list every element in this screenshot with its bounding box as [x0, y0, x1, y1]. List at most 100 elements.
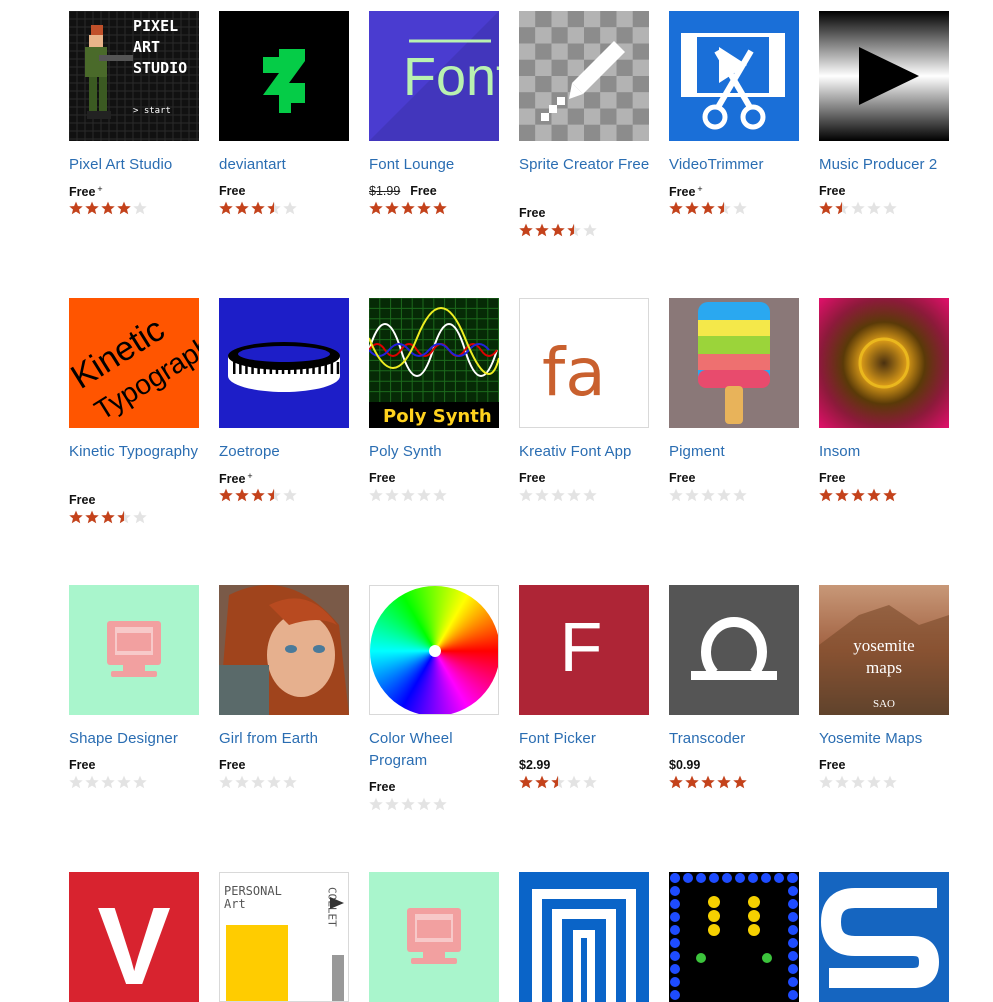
star-rating: [669, 775, 759, 791]
original-price: $1.99: [369, 184, 401, 198]
current-price: Free: [669, 185, 696, 199]
app-name[interactable]: Poly Synth: [369, 441, 509, 463]
app-name[interactable]: Music Producer 2: [819, 154, 959, 176]
svg-text:V: V: [97, 885, 170, 1002]
svg-text:F: F: [560, 608, 603, 686]
star-rating: [819, 488, 909, 504]
star-rating: [519, 775, 609, 791]
app-price: Free: [519, 471, 545, 485]
personal-art-collection-icon[interactable]: PERSONAL Art COLLET: [219, 872, 349, 1002]
app-name[interactable]: Font Picker: [519, 728, 659, 750]
app-price: Free: [369, 471, 395, 485]
app-name[interactable]: Font Lounge: [369, 154, 509, 176]
pigment-icon[interactable]: [669, 298, 799, 428]
app-name[interactable]: Pixel Art Studio: [69, 154, 209, 176]
font-lounge-icon[interactable]: Font: [369, 11, 499, 141]
app-name[interactable]: Zoetrope: [219, 441, 359, 463]
current-price: Free: [369, 471, 396, 485]
app-price: $2.99: [519, 758, 550, 772]
sprite-creator-icon[interactable]: [519, 11, 649, 141]
app-price: $0.99: [669, 758, 700, 772]
star-rating: [69, 510, 159, 526]
app-name[interactable]: Yosemite Maps: [819, 728, 959, 750]
app-name[interactable]: Color Wheel Program: [369, 728, 509, 772]
transcoder-icon[interactable]: [669, 585, 799, 715]
app-price: Free +: [69, 184, 103, 199]
current-price: $0.99: [669, 758, 701, 772]
star-rating: [219, 775, 309, 791]
concentric-squares-icon[interactable]: [519, 872, 649, 1002]
app-name[interactable]: Girl from Earth: [219, 728, 359, 750]
s-app-icon[interactable]: [819, 872, 949, 1002]
yosemite-maps-icon[interactable]: yosemite maps SAO: [819, 585, 949, 715]
app-name[interactable]: Sprite Creator Free: [519, 154, 659, 176]
star-rating: [369, 201, 459, 217]
app-name[interactable]: deviantart: [219, 154, 359, 176]
app-price: Free: [819, 184, 845, 198]
star-rating: [519, 223, 609, 239]
app-price: Free: [219, 758, 245, 772]
current-price: Free: [369, 780, 396, 794]
svg-text:SAO: SAO: [873, 698, 895, 710]
star-rating: [369, 797, 459, 813]
in-app-purchase-plus: +: [247, 471, 253, 481]
deviantart-icon[interactable]: [219, 11, 349, 141]
star-rating: [819, 775, 909, 791]
star-rating: [369, 488, 459, 504]
video-trimmer-icon[interactable]: [669, 11, 799, 141]
kreativ-font-icon[interactable]: fa: [519, 298, 649, 428]
font-picker-icon[interactable]: F: [519, 585, 649, 715]
shape-designer-icon[interactable]: [69, 585, 199, 715]
star-rating: [219, 201, 309, 217]
svg-text:Poly Synth: Poly Synth: [383, 406, 492, 427]
app-name[interactable]: Transcoder: [669, 728, 809, 750]
app-price: Free: [819, 758, 845, 772]
app-name[interactable]: Kreativ Font App: [519, 441, 659, 463]
app-price: Free: [819, 471, 845, 485]
current-price: Free: [219, 472, 246, 486]
app-name[interactable]: Shape Designer: [69, 728, 209, 750]
star-rating: [69, 775, 159, 791]
app-price: Free: [69, 493, 95, 507]
star-rating: [669, 488, 759, 504]
app-price: $1.99 Free: [369, 184, 437, 198]
svg-text:maps: maps: [866, 658, 902, 677]
color-wheel-icon[interactable]: [369, 585, 499, 715]
svg-text:fa: fa: [542, 334, 606, 411]
current-price: $2.99: [519, 758, 551, 772]
current-price: Free: [819, 184, 846, 198]
app-price: Free: [219, 184, 245, 198]
music-producer-icon[interactable]: [819, 11, 949, 141]
dot-grid-game-icon[interactable]: [669, 872, 799, 1002]
app-name[interactable]: VideoTrimmer: [669, 154, 809, 176]
v-app-icon[interactable]: V: [69, 872, 199, 1002]
poly-synth-icon[interactable]: Poly Synth: [369, 298, 499, 428]
current-price: Free: [69, 185, 96, 199]
svg-text:PERSONAL: PERSONAL: [224, 884, 282, 898]
app-price: Free: [669, 471, 695, 485]
kinetic-typography-icon[interactable]: Kinetic Typography: [69, 298, 199, 428]
current-price: Free: [219, 758, 246, 772]
app-name[interactable]: Insom: [819, 441, 959, 463]
shape-designer-icon[interactable]: [369, 872, 499, 1002]
current-price: Free: [519, 471, 546, 485]
app-name[interactable]: Kinetic Typography: [69, 441, 209, 463]
app-price: Free +: [219, 471, 253, 486]
star-rating: [669, 201, 759, 217]
current-price: Free: [410, 184, 437, 198]
pixel-art-studio-icon[interactable]: PIXEL ART STUDIO > start: [69, 11, 199, 141]
girl-from-earth-icon[interactable]: [219, 585, 349, 715]
current-price: Free: [69, 758, 96, 772]
svg-text:> start: > start: [133, 106, 171, 116]
star-rating: [519, 488, 609, 504]
current-price: Free: [669, 471, 696, 485]
zoetrope-icon[interactable]: [219, 298, 349, 428]
star-rating: [69, 201, 159, 217]
insom-icon[interactable]: [819, 298, 949, 428]
star-rating: [219, 488, 309, 504]
app-name[interactable]: Pigment: [669, 441, 809, 463]
svg-text:yosemite: yosemite: [853, 636, 914, 655]
svg-text:Art: Art: [224, 897, 246, 911]
current-price: Free: [819, 758, 846, 772]
app-price: Free +: [669, 184, 703, 199]
